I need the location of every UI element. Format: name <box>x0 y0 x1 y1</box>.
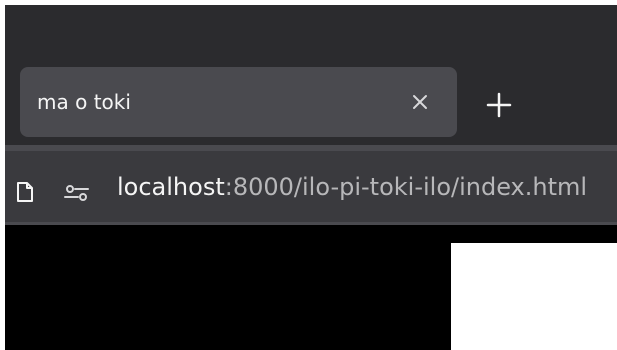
content-top-band <box>5 225 617 243</box>
url-text[interactable]: localhost:8000/ilo-pi-toki-ilo/index.htm… <box>117 173 587 201</box>
page-content <box>5 225 617 350</box>
plus-icon[interactable] <box>485 91 513 119</box>
page-icon[interactable] <box>16 181 34 203</box>
close-icon[interactable] <box>408 90 432 114</box>
active-tab[interactable]: ma o toki <box>20 67 457 137</box>
address-bar[interactable]: localhost:8000/ilo-pi-toki-ilo/index.htm… <box>5 145 617 225</box>
tab-title: ma o toki <box>37 90 131 114</box>
url-host: localhost <box>117 173 225 201</box>
permissions-icon[interactable] <box>63 183 90 203</box>
tab-strip: ma o toki <box>5 5 617 145</box>
browser-window: ma o toki localhost:8000/ilo-pi-toki-ilo… <box>0 0 617 350</box>
url-path: :8000/ilo-pi-toki-ilo/index.html <box>224 173 588 201</box>
white-panel <box>451 243 617 350</box>
